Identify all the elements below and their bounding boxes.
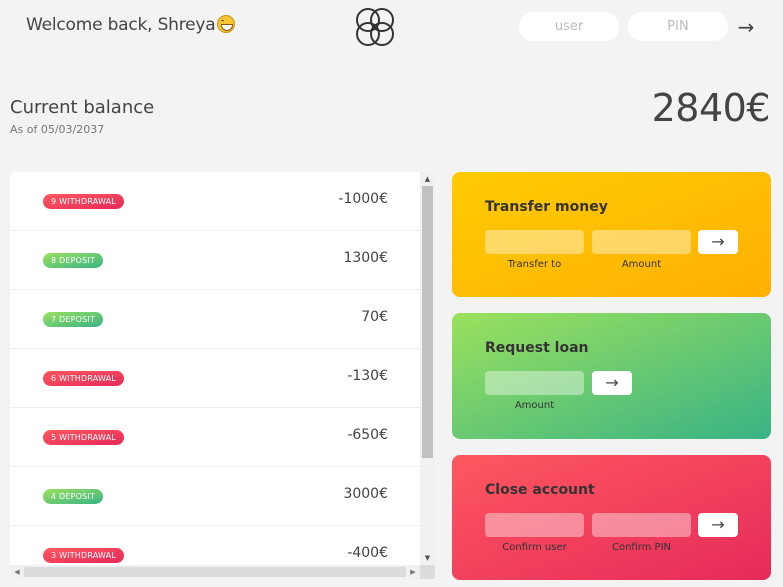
- movement-type-badge: 9 WITHDRAWAL: [43, 194, 125, 209]
- login-button[interactable]: →: [734, 13, 758, 41]
- arrow-right-icon: →: [711, 515, 725, 534]
- arrow-right-icon: →: [737, 15, 755, 39]
- movement-amount: 1300€: [343, 250, 388, 266]
- movements-panel[interactable]: 9 WITHDRAWAL -1000€ 8 DEPOSIT 1300€ 7 DE…: [10, 172, 435, 579]
- scroll-right-arrow-icon[interactable]: ▶: [407, 566, 419, 578]
- movement-amount: 3000€: [343, 486, 388, 502]
- login-pin-input[interactable]: [628, 12, 728, 41]
- movement-row: 4 DEPOSIT 3000€: [10, 467, 420, 526]
- transfer-title: Transfer money: [485, 199, 608, 215]
- movement-row: 9 WITHDRAWAL -1000€: [10, 172, 420, 231]
- horizontal-scrollbar[interactable]: ◀ ▶: [10, 565, 420, 579]
- balance-value: 2840€: [651, 86, 771, 130]
- transfer-to-input[interactable]: [485, 230, 584, 254]
- movement-type-badge: 8 DEPOSIT: [43, 253, 104, 268]
- scrollbar-corner: [420, 565, 435, 579]
- vertical-scrollbar[interactable]: ▲ ▼: [420, 172, 435, 569]
- close-user-label: Confirm user: [502, 542, 567, 553]
- close-title: Close account: [485, 482, 595, 498]
- loan-amount-input[interactable]: [485, 371, 584, 395]
- close-pin-label: Confirm PIN: [611, 542, 672, 553]
- balance-date: As of 05/03/2037: [10, 123, 105, 136]
- movement-type-badge: 5 WITHDRAWAL: [43, 430, 125, 445]
- balance-label: Current balance: [10, 97, 155, 118]
- logo-icon: [356, 8, 394, 46]
- login-user-input[interactable]: [519, 12, 619, 41]
- scroll-down-arrow-icon[interactable]: ▼: [420, 552, 435, 564]
- scroll-left-arrow-icon[interactable]: ◀: [11, 566, 23, 578]
- movement-row: 7 DEPOSIT 70€: [10, 290, 420, 349]
- movement-amount: 70€: [361, 309, 388, 325]
- transfer-submit-button[interactable]: →: [698, 230, 738, 254]
- movement-amount: -1000€: [338, 191, 388, 207]
- transfer-to-label: Transfer to: [507, 259, 562, 270]
- arrow-right-icon: →: [711, 232, 725, 251]
- movement-row: 5 WITHDRAWAL -650€: [10, 408, 420, 467]
- movement-amount: -400€: [347, 545, 388, 561]
- movement-type-badge: 6 WITHDRAWAL: [43, 371, 125, 386]
- loan-submit-button[interactable]: →: [592, 371, 632, 395]
- loan-title: Request loan: [485, 340, 589, 356]
- movements-list: 9 WITHDRAWAL -1000€ 8 DEPOSIT 1300€ 7 DE…: [10, 172, 420, 579]
- movement-row: 6 WITHDRAWAL -130€: [10, 349, 420, 408]
- grinning-face-emoji-icon: [216, 15, 235, 33]
- movement-type-badge: 7 DEPOSIT: [43, 312, 104, 327]
- movement-type-badge: 3 WITHDRAWAL: [43, 548, 125, 563]
- close-user-input[interactable]: [485, 513, 584, 537]
- arrow-right-icon: →: [605, 373, 619, 392]
- close-pin-input[interactable]: [592, 513, 691, 537]
- movement-type-badge: 4 DEPOSIT: [43, 489, 104, 504]
- loan-amount-label: Amount: [514, 400, 555, 411]
- transfer-money-card: Transfer money → Transfer to Amount: [452, 172, 771, 297]
- request-loan-card: Request loan → Amount: [452, 313, 771, 439]
- movement-row: 8 DEPOSIT 1300€: [10, 231, 420, 290]
- vertical-scroll-thumb[interactable]: [422, 186, 433, 458]
- scroll-up-arrow-icon[interactable]: ▲: [420, 173, 435, 185]
- transfer-amount-label: Amount: [621, 259, 662, 270]
- movement-amount: -130€: [347, 368, 388, 384]
- welcome-message: Welcome back, Shreya: [26, 15, 235, 35]
- transfer-amount-input[interactable]: [592, 230, 691, 254]
- horizontal-scroll-thumb[interactable]: [24, 567, 406, 577]
- movement-amount: -650€: [347, 427, 388, 443]
- close-submit-button[interactable]: →: [698, 513, 738, 537]
- close-account-card: Close account → Confirm user Confirm PIN: [452, 455, 771, 580]
